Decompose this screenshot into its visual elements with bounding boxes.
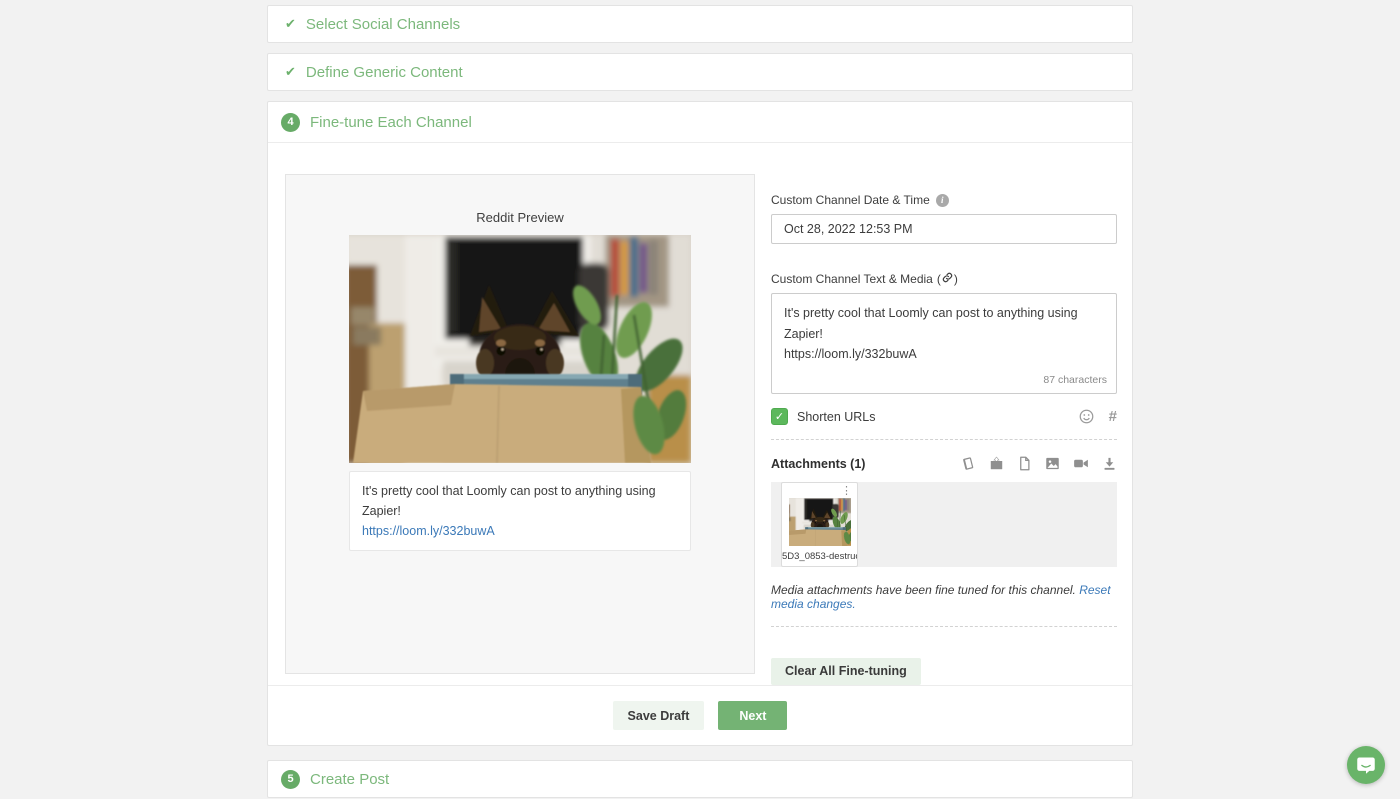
step-title: Select Social Channels: [305, 15, 461, 33]
date-time-input[interactable]: [771, 214, 1117, 244]
emoji-picker-icon[interactable]: [1079, 409, 1094, 424]
shorten-urls-checkbox[interactable]: ✓: [771, 408, 788, 425]
upload-icon[interactable]: [989, 456, 1004, 471]
step-title: Define Generic Content: [305, 63, 463, 81]
save-draft-button[interactable]: Save Draft: [612, 701, 705, 730]
step-select-social-channels[interactable]: ✔ Select Social Channels: [267, 5, 1133, 43]
preview-photo-dog-in-box: [349, 235, 691, 463]
fine-tune-form: Custom Channel Date & Time i Custom Chan…: [771, 193, 1117, 685]
step-title: Create Post: [310, 770, 390, 788]
paren-close: ): [953, 272, 958, 286]
attachments-label: Attachments (1): [771, 456, 866, 471]
text-tools: #: [1079, 409, 1117, 424]
clear-fine-tuning-button[interactable]: Clear All Fine-tuning: [771, 658, 921, 685]
page: { "colors": { "accent_green": "#7cb87c",…: [0, 0, 1400, 799]
shorten-urls-label: Shorten URLs: [797, 409, 876, 424]
textarea-wrap: It's pretty cool that Loomly can post to…: [771, 293, 1117, 394]
fine-tune-body: Reddit Preview It's pretty cool that Loo…: [268, 143, 1132, 686]
attachments-toolbar: [961, 456, 1117, 471]
step-create-post[interactable]: 5 Create Post: [267, 760, 1133, 798]
hashtag-icon[interactable]: #: [1109, 409, 1117, 424]
preview-caption-text: It's pretty cool that Loomly can post to…: [362, 484, 656, 518]
download-icon[interactable]: [1102, 456, 1117, 471]
attachment-thumbnail[interactable]: [789, 498, 851, 546]
preview-caption: It's pretty cool that Loomly can post to…: [349, 471, 691, 551]
preview-caption-link[interactable]: https://loom.ly/332buwA: [362, 524, 495, 538]
step-number-badge: 4: [281, 112, 300, 132]
media-note: Media attachments have been fine tuned f…: [771, 583, 1117, 611]
step-fine-tune-panel: 4 Fine-tune Each Channel Reddit Preview …: [267, 101, 1133, 746]
attachments-strip: ⋮ 5D3_0853-destruct...: [771, 482, 1117, 567]
step-number-badge: 5: [281, 769, 300, 789]
paren-open: (: [936, 272, 941, 286]
check-icon: ✔: [285, 16, 296, 31]
composer-stage: ✔ Select Social Channels ✔ Define Generi…: [267, 0, 1133, 798]
image-icon[interactable]: [1045, 456, 1060, 471]
kebab-menu-icon[interactable]: ⋮: [841, 484, 852, 497]
shorten-urls-row: ✓ Shorten URLs #: [771, 408, 1117, 425]
date-label-text: Custom Channel Date & Time: [771, 193, 930, 207]
text-media-field-label: Custom Channel Text & Media ( ): [771, 272, 1117, 286]
media-library-icon[interactable]: [961, 456, 976, 471]
text-media-label-text: Custom Channel Text & Media: [771, 272, 933, 286]
preview-title: Reddit Preview: [476, 210, 564, 225]
channel-preview-panel: Reddit Preview It's pretty cool that Loo…: [285, 174, 755, 674]
link-icon: [942, 272, 953, 286]
chat-bubble-icon: [1357, 757, 1375, 774]
fine-tune-header[interactable]: 4 Fine-tune Each Channel: [268, 102, 1132, 143]
wizard-footer: Save Draft Next: [268, 685, 1132, 745]
divider: [771, 626, 1117, 627]
file-icon[interactable]: [1017, 456, 1032, 471]
media-note-text: Media attachments have been fine tuned f…: [771, 583, 1076, 597]
step-title: Fine-tune Each Channel: [310, 113, 472, 131]
char-count: 87 characters: [1043, 374, 1107, 386]
check-icon: ✔: [285, 64, 296, 79]
divider: [771, 439, 1117, 440]
next-button[interactable]: Next: [718, 701, 788, 730]
step-define-generic-content[interactable]: ✔ Define Generic Content: [267, 53, 1133, 91]
attachment-card[interactable]: ⋮ 5D3_0853-destruct...: [781, 482, 858, 567]
attachments-header-row: Attachments (1): [771, 456, 1117, 471]
video-icon[interactable]: [1073, 456, 1089, 471]
info-icon[interactable]: i: [935, 193, 949, 207]
chat-launcher-button[interactable]: [1347, 746, 1385, 784]
attachment-filename: 5D3_0853-destruct...: [782, 551, 857, 562]
date-field-label: Custom Channel Date & Time i: [771, 193, 1117, 207]
